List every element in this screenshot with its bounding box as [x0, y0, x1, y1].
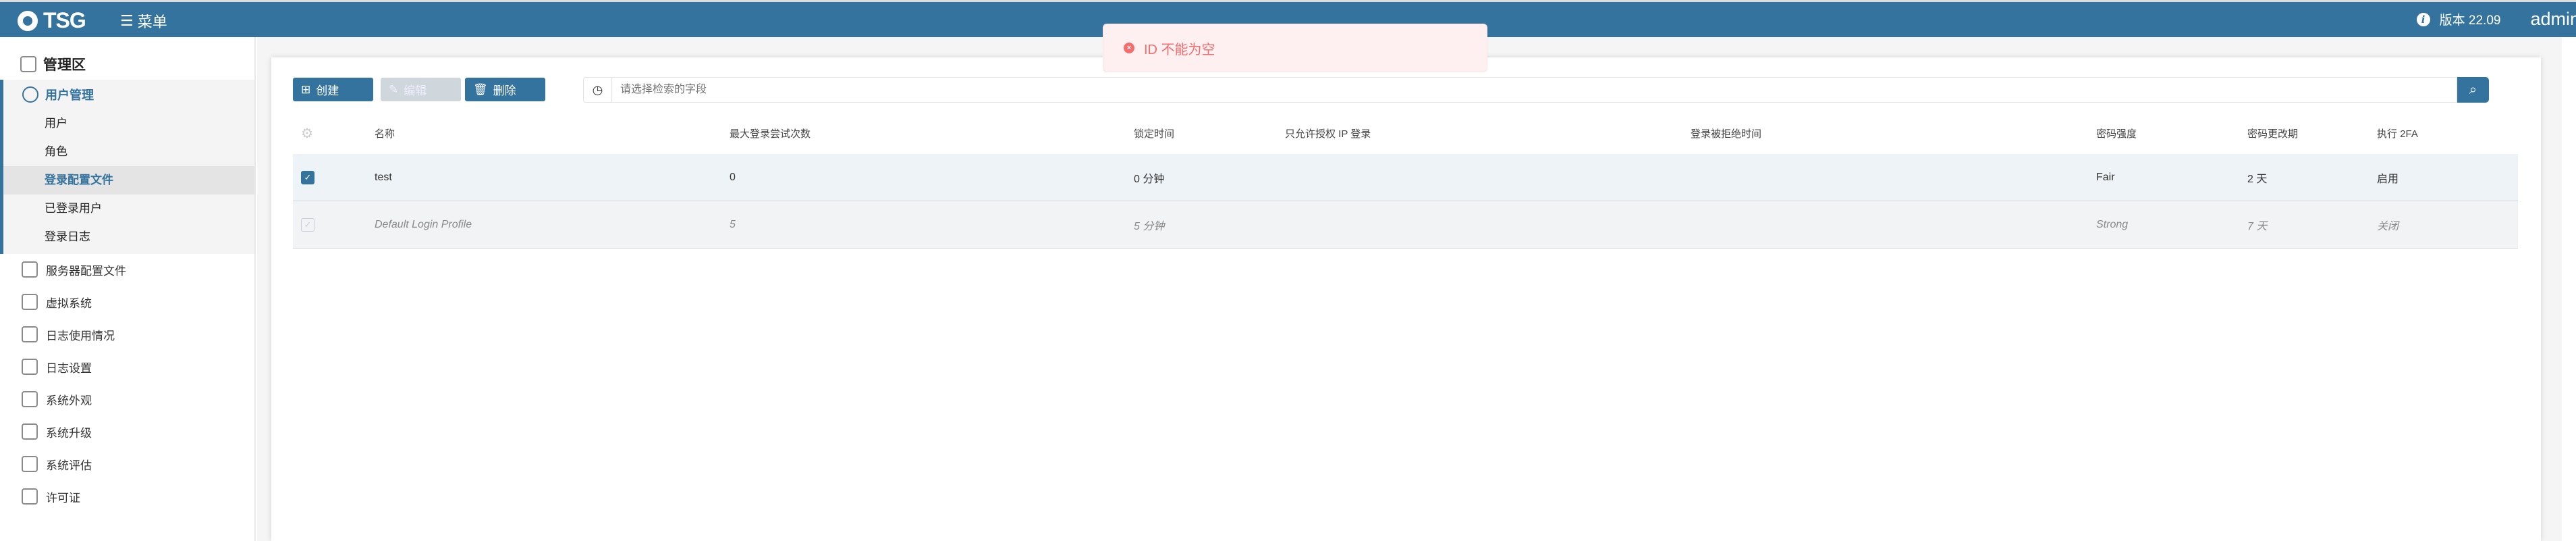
search-input[interactable] — [612, 78, 2457, 102]
table-row[interactable]: ✓ test 0 0 分钟 Fair 2 天 启用 — [293, 154, 2518, 201]
sidebar-item[interactable]: 许可证 — [0, 480, 254, 513]
log-gear-icon — [22, 359, 38, 375]
info-icon[interactable]: i — [2416, 12, 2430, 26]
sidebar-item[interactable]: 日志设置 — [0, 351, 254, 383]
sidebar: 管理区 用户管理 用户 角色 登录配置文件 已登录用户 登录日志 服务器配置文件… — [0, 37, 256, 541]
upgrade-icon — [22, 423, 38, 440]
column-header: 只允许授权 IP 登录 — [1285, 128, 1371, 140]
row-checkbox[interactable]: ✓ — [301, 217, 314, 232]
right-edge — [2562, 37, 2576, 541]
sidebar-subitem-users[interactable]: 用户 — [3, 109, 254, 138]
error-toast: × ID 不能为空 — [1103, 24, 1487, 72]
sidebar-item[interactable]: 虚拟系统 — [0, 286, 254, 318]
edit-button[interactable]: ✎ 编辑 — [381, 78, 461, 101]
table-cell: 关闭 — [2377, 220, 2399, 232]
sidebar-item[interactable]: 日志使用情况 — [0, 318, 254, 351]
table-cell: 5 — [730, 218, 736, 230]
column-header: 登录被拒绝时间 — [1691, 128, 1762, 140]
logo[interactable]: TSG — [18, 8, 86, 33]
clipboard-search-icon — [22, 456, 38, 472]
sidebar-subitem-roles[interactable]: 角色 — [3, 138, 254, 166]
admin-area-icon — [20, 56, 36, 72]
content-card: ⊞创建 ✎编辑 🗑删除 ◷ ⌕ ⚙ 名称 最大登录尝试次数 锁定时间 只允许授权 IP … — [271, 57, 2541, 541]
error-circle-icon: × — [1124, 43, 1134, 53]
user-menu[interactable]: admin — [2530, 9, 2576, 30]
layers-icon — [22, 294, 38, 310]
menu-label: 菜单 — [137, 14, 167, 30]
menu-toggle[interactable]: ☰ 菜单 — [120, 10, 167, 32]
sidebar-title: 管理区 — [20, 54, 86, 74]
table-cell: 0 — [730, 171, 736, 183]
palette-icon — [22, 391, 38, 407]
table-cell: Default Login Profile — [375, 218, 472, 230]
table-cell: Fair — [2096, 171, 2115, 183]
history-clock-icon[interactable]: ◷ — [584, 78, 612, 102]
license-icon — [22, 488, 38, 505]
column-header: 密码强度 — [2096, 128, 2137, 140]
table-cell: 启用 — [2377, 173, 2399, 185]
search-box: ◷ — [583, 77, 2457, 103]
table-cell: 2 天 — [2247, 173, 2268, 185]
column-header: 执行 2FA — [2377, 128, 2418, 140]
log-chart-icon — [22, 326, 38, 342]
row-checkbox[interactable]: ✓ — [301, 170, 314, 184]
version-label: 版本 22.09 — [2439, 14, 2501, 28]
logo-ring-icon — [18, 10, 38, 31]
table-cell: test — [375, 171, 392, 183]
user-gear-icon — [22, 86, 38, 103]
table-cell: Strong — [2096, 218, 2129, 230]
table-cell: 5 分钟 — [1134, 220, 1165, 232]
delete-button[interactable]: 🗑 删除 — [465, 78, 545, 101]
search-icon: ⌕ — [2469, 82, 2477, 97]
logo-text: TSG — [43, 8, 86, 32]
hamburger-icon: ☰ — [120, 12, 134, 29]
sidebar-subitem-logged-in-users[interactable]: 已登录用户 — [3, 195, 254, 223]
table-cell: 7 天 — [2247, 220, 2268, 232]
sidebar-group-user-management: 用户管理 用户 角色 登录配置文件 已登录用户 登录日志 — [0, 80, 254, 254]
column-header: 最大登录尝试次数 — [730, 128, 811, 140]
column-header: 锁定时间 — [1134, 128, 1175, 140]
sidebar-item-user-management[interactable]: 用户管理 — [3, 80, 254, 109]
trash-icon: 🗑 — [473, 82, 488, 96]
sidebar-item[interactable]: 服务器配置文件 — [0, 253, 254, 286]
table-cell: 0 分钟 — [1134, 173, 1165, 185]
plus-square-icon: ⊞ — [301, 82, 311, 96]
table-header: ⚙ 名称 最大登录尝试次数 锁定时间 只允许授权 IP 登录 登录被拒绝时间 密码强度 密码更… — [293, 113, 2518, 154]
server-gear-icon — [22, 261, 38, 278]
search-button[interactable]: ⌕ — [2457, 77, 2489, 103]
sidebar-item[interactable]: 系统评估 — [0, 448, 254, 480]
edit-icon: ✎ — [389, 82, 399, 96]
column-settings-icon[interactable]: ⚙ — [301, 125, 313, 142]
sidebar-subitem-login-logs[interactable]: 登录日志 — [3, 223, 254, 251]
toast-message: ID 不能为空 — [1144, 42, 1215, 57]
table-row[interactable]: ✓ Default Login Profile 5 5 分钟 Strong 7 天 关闭 — [293, 201, 2518, 249]
column-header: 密码更改期 — [2247, 128, 2299, 140]
column-header: 名称 — [375, 128, 395, 140]
login-profiles-table: ⚙ 名称 最大登录尝试次数 锁定时间 只允许授权 IP 登录 登录被拒绝时间 密码强度 密码更… — [293, 113, 2518, 249]
sidebar-item[interactable]: 系统升级 — [0, 415, 254, 448]
sidebar-subitem-login-profiles[interactable]: 登录配置文件 — [3, 166, 254, 195]
create-button[interactable]: ⊞ 创建 — [293, 78, 373, 101]
sidebar-item[interactable]: 系统外观 — [0, 383, 254, 415]
